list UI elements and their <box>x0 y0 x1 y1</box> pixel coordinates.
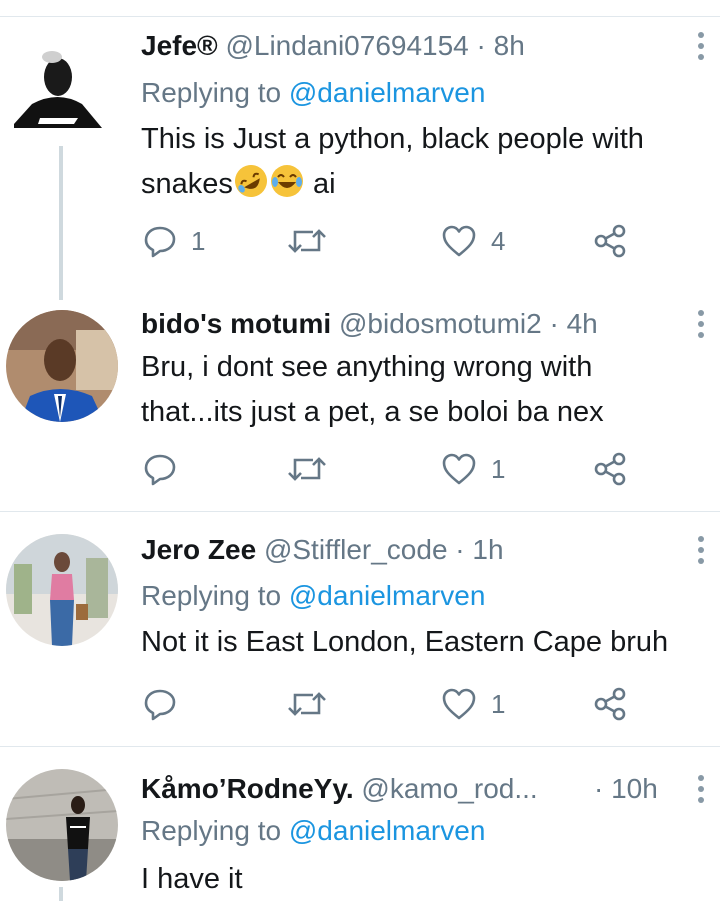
handle[interactable]: @kamo_rod... <box>361 773 537 804</box>
reply-button[interactable] <box>143 687 177 721</box>
like-count: 4 <box>491 225 506 256</box>
reply-icon <box>144 689 176 721</box>
avatar[interactable] <box>6 769 118 881</box>
mention-link[interactable]: @danielmarven <box>289 580 486 611</box>
share-icon <box>594 452 626 486</box>
tweet-text-line: This is Just a python, black people with <box>141 123 644 155</box>
share-button[interactable] <box>593 452 627 486</box>
separator-dot: · <box>594 773 604 804</box>
thread-line <box>59 887 63 901</box>
like-button[interactable]: 1 <box>441 687 505 721</box>
retweet-button[interactable] <box>287 687 327 721</box>
avatar[interactable] <box>6 310 118 422</box>
separator-dot: · <box>476 30 486 61</box>
avatar[interactable] <box>6 534 118 646</box>
tweet-2[interactable]: bido's motumi @bidosmotumi2 · 4h Bru, i … <box>0 300 720 510</box>
display-name[interactable]: Jefe® <box>141 30 218 61</box>
reply-count: 1 <box>191 225 206 256</box>
timestamp[interactable]: 1h <box>472 534 503 565</box>
like-button[interactable]: 1 <box>441 452 505 486</box>
tweet-1[interactable]: Jefe® @Lindani07694154 · 8h Replying to … <box>0 0 720 300</box>
timestamp[interactable]: 4h <box>567 308 598 339</box>
retweet-icon <box>288 457 326 481</box>
like-count: 1 <box>491 453 506 484</box>
replying-to-label: Replying to <box>141 77 282 108</box>
display-name[interactable]: KåmoʼRodneYy. <box>141 773 354 804</box>
reply-button[interactable]: 1 <box>143 224 205 258</box>
tears-of-joy-icon <box>270 165 303 197</box>
more-options-icon[interactable] <box>696 775 706 803</box>
share-button[interactable] <box>593 687 627 721</box>
tweet-text-line: that...its just a pet, a se boloi ba nex <box>141 396 604 428</box>
replying-to: Replying to @danielmarven <box>141 75 485 111</box>
replying-to: Replying to @danielmarven <box>141 578 485 614</box>
avatar[interactable] <box>10 32 110 132</box>
tweet-4[interactable]: KåmoʼRodneYy. @kamo_rod... · 10h Replyin… <box>0 747 720 901</box>
share-icon <box>594 687 626 721</box>
tweet-text-line: snakes ai <box>141 162 700 207</box>
timestamp[interactable]: 8h <box>494 30 525 61</box>
display-name[interactable]: Jero Zee <box>141 534 256 565</box>
tweet-text: Not it is East London, Eastern Cape bruh <box>141 620 700 665</box>
thread-line <box>59 146 63 300</box>
timestamp[interactable]: 10h <box>611 773 658 804</box>
separator-dot: · <box>549 308 559 339</box>
tweet-header: KåmoʼRodneYy. @kamo_rod... <box>141 771 640 807</box>
heart-icon <box>442 688 476 720</box>
rolling-on-floor-laughing-icon <box>234 165 267 197</box>
tweet-text-line: I have it <box>141 863 243 895</box>
heart-icon <box>442 225 476 257</box>
replying-to-label: Replying to <box>141 580 282 611</box>
mention-link[interactable]: @danielmarven <box>289 815 486 846</box>
tweet-text: I have it <box>141 857 700 902</box>
more-options-icon[interactable] <box>696 32 706 60</box>
retweet-button[interactable] <box>287 224 327 258</box>
like-button[interactable]: 4 <box>441 224 505 258</box>
tweet-text: This is Just a python, black people with… <box>141 117 700 207</box>
handle[interactable]: @bidosmotumi2 <box>339 308 542 339</box>
tweet-header: Jefe® @Lindani07694154 · 8h <box>141 28 670 64</box>
share-button[interactable] <box>593 224 627 258</box>
display-name[interactable]: bido's motumi <box>141 308 331 339</box>
replying-to-label: Replying to <box>141 815 282 846</box>
retweet-button[interactable] <box>287 452 327 486</box>
tweet-3[interactable]: Jero Zee @Stiffler_code · 1h Replying to… <box>0 512 720 745</box>
tweet-time: · 10h <box>594 771 658 807</box>
replying-to: Replying to @danielmarven <box>141 813 485 849</box>
tweet-text: Bru, i dont see anything wrong with that… <box>141 345 700 435</box>
tweet-header: Jero Zee @Stiffler_code · 1h <box>141 532 670 568</box>
retweet-icon <box>288 692 326 716</box>
mention-link[interactable]: @danielmarven <box>289 77 486 108</box>
more-options-icon[interactable] <box>696 310 706 338</box>
tweet-text-line: Bru, i dont see anything wrong with <box>141 351 593 383</box>
tweet-text-fragment: ai <box>304 168 336 200</box>
handle[interactable]: @Lindani07694154 <box>225 30 468 61</box>
separator-dot: · <box>455 534 465 565</box>
tweet-text-fragment: snakes <box>141 168 233 200</box>
share-icon <box>594 224 626 258</box>
more-options-icon[interactable] <box>696 536 706 564</box>
reply-icon <box>144 226 176 258</box>
tweet-text-line: Not it is East London, Eastern Cape bruh <box>141 626 669 658</box>
reply-icon <box>144 454 176 486</box>
tweet-header: bido's motumi @bidosmotumi2 · 4h <box>141 306 670 342</box>
like-count: 1 <box>491 688 506 719</box>
handle[interactable]: @Stiffler_code <box>264 534 448 565</box>
retweet-icon <box>288 229 326 253</box>
heart-icon <box>442 453 476 485</box>
reply-button[interactable] <box>143 452 177 486</box>
